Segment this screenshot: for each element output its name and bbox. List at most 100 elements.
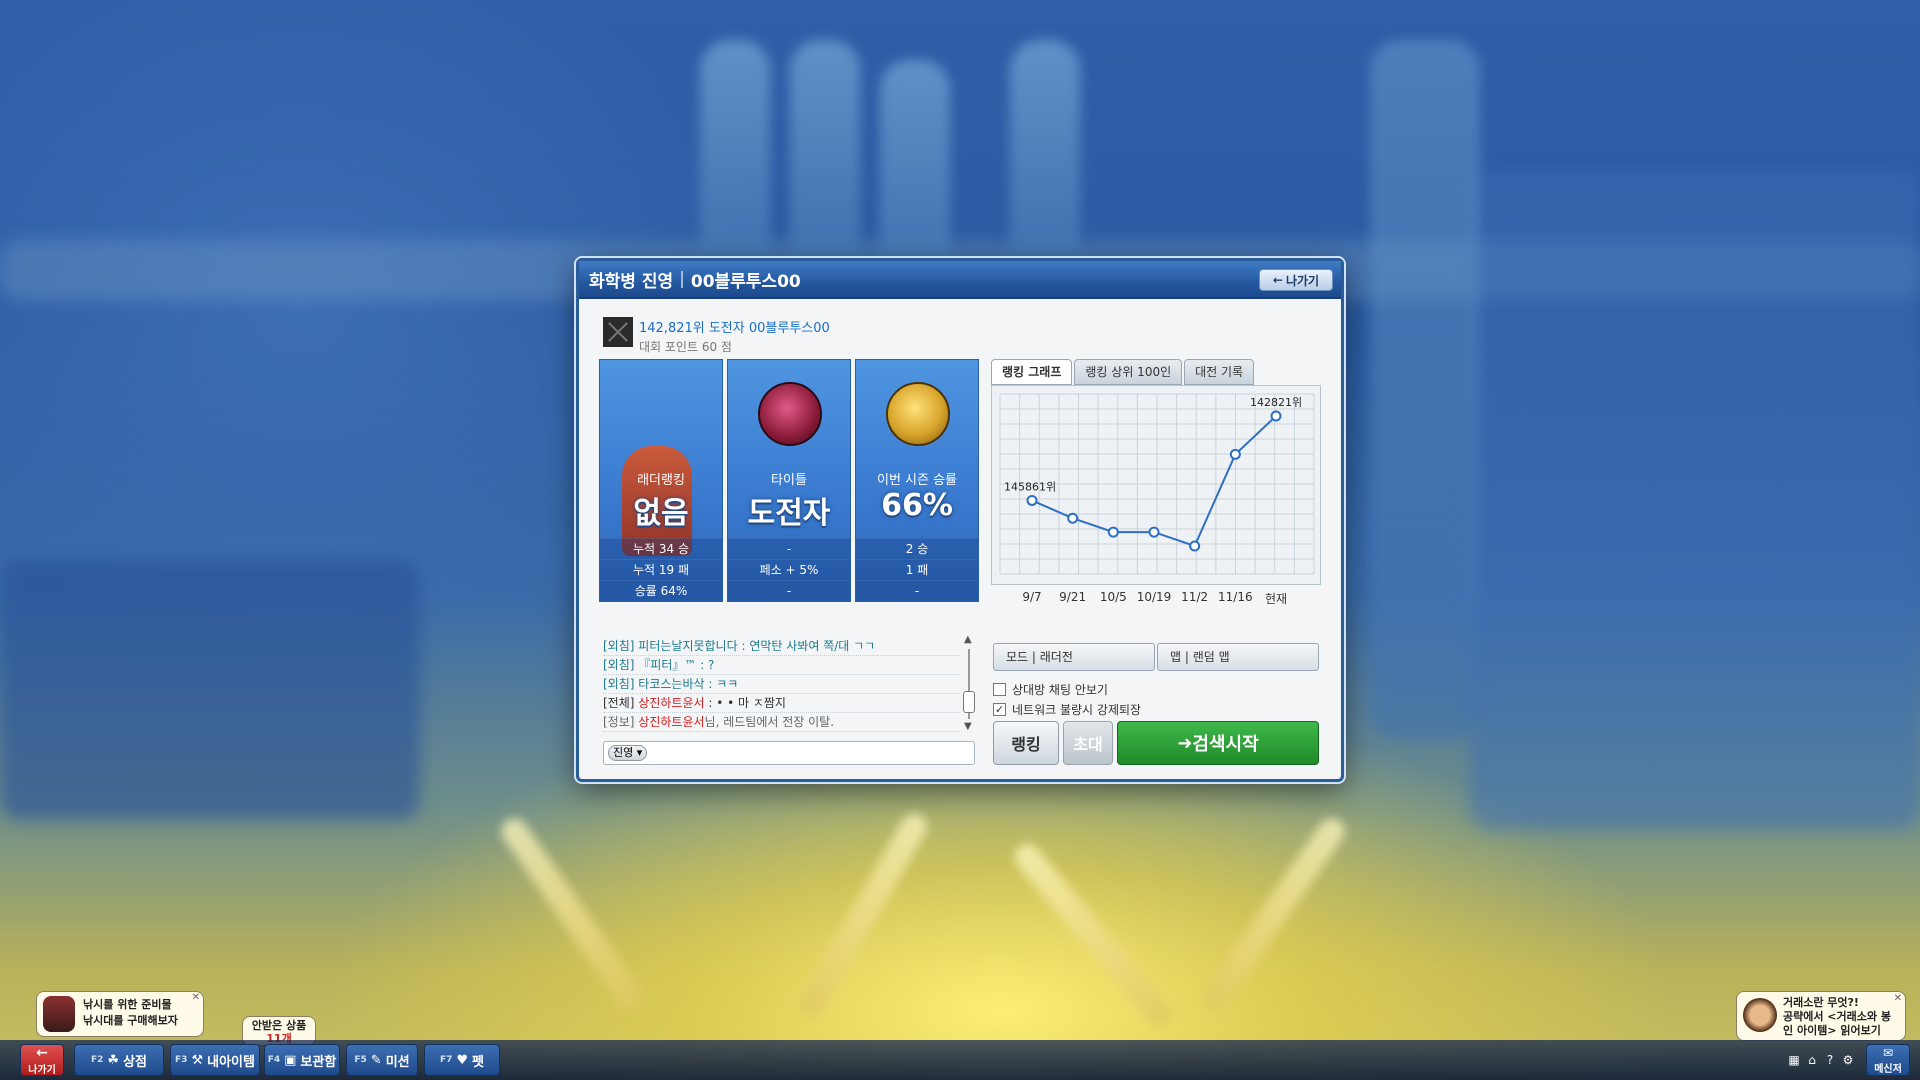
season-winrate-card: 이번 시즌 승률 66% 2 승 1 패 - — [855, 359, 979, 602]
calendar-icon[interactable]: ▦ — [1786, 1052, 1802, 1068]
match-dialog: 화학병 진영 | 00블루투스00 ← 나가기 142,821위 도전자 00블… — [576, 258, 1344, 782]
chat-log: [외침] 피터는날지못합니다 : 연막탄 사봐여 쪽/대 ㄱㄱ [외침] 『피터… — [603, 637, 959, 732]
backpack-icon — [43, 996, 75, 1032]
chat-message: : 연막탄 사봐여 쪽/대 ㄱㄱ — [737, 639, 876, 653]
unclaimed-label: 안받은 상품 — [251, 1019, 307, 1032]
items-icon: ⚒ — [191, 1052, 204, 1068]
character-avatar-icon — [1743, 998, 1777, 1032]
card-stat: - — [728, 538, 850, 559]
tab-ranking-graph[interactable]: 랭킹 그래프 — [991, 359, 1073, 385]
rank-data-point — [1270, 410, 1282, 422]
player-emblem-icon — [603, 317, 633, 347]
chat-input[interactable]: 진영 ▾ — [603, 741, 975, 765]
scrollbar-thumb[interactable] — [963, 691, 975, 713]
network-kick-label: 네트워크 불량시 강제퇴장 — [1012, 703, 1142, 717]
x-tick-label: 10/19 — [1136, 590, 1172, 604]
start-search-button[interactable]: ➜ 검색시작 — [1117, 721, 1319, 765]
card-stat: 2 승 — [856, 538, 978, 559]
x-tick-label: 11/2 — [1181, 590, 1209, 604]
chat-sender[interactable]: 타코스는바삭 — [638, 677, 704, 691]
mode-select[interactable]: 모드 | 래더전 — [993, 643, 1155, 671]
chat-sender[interactable]: 상진하트윤서 — [638, 696, 704, 710]
mission-icon: ✎ — [370, 1052, 382, 1068]
card-label: 래더랭킹 — [637, 473, 685, 488]
chat-message: 님, 레드팀에서 전장 이탈. — [704, 715, 835, 729]
chevron-up-icon[interactable]: ▲ — [964, 634, 972, 645]
taskbar-my-items-button[interactable]: F3 ⚒ 내아이템 — [170, 1044, 260, 1076]
x-tick-label: 현재 — [1264, 592, 1288, 606]
x-tick-label: 11/16 — [1218, 590, 1253, 604]
close-icon[interactable]: ✕ — [1894, 992, 1902, 1006]
helmet-icon — [886, 382, 950, 446]
points-line: 대회 포인트 60 점 — [639, 340, 732, 354]
network-kick-option[interactable]: ✓ 네트워크 불량시 강제퇴장 — [993, 701, 1141, 718]
dialog-titlebar: 화학병 진영 | 00블루투스00 — [579, 261, 1341, 299]
card-label: 이번 시즌 승률 — [876, 473, 958, 488]
arrow-right-icon: ➜ — [1177, 732, 1193, 754]
pet-icon: ♥ — [456, 1052, 469, 1068]
trade-tooltip-line: 거래소란 무엇?! — [1783, 996, 1859, 1009]
exit-button[interactable]: ← 나가기 — [1259, 269, 1333, 291]
gear-icon[interactable]: ⚙ — [1840, 1052, 1856, 1068]
player-name: 00블루투스00 — [690, 271, 801, 292]
fishing-tooltip[interactable]: 낚시를 위한 준비물 낚시대를 구매해보자 ✕ — [36, 991, 204, 1037]
title-separator: | — [679, 269, 685, 289]
taskbar-shop-button[interactable]: F2 ☘ 상점 — [74, 1044, 164, 1076]
trade-tooltip[interactable]: 거래소란 무엇?! 공략에서 <거래소와 봉 인 아이템> 읽어보기 ✕ — [1736, 991, 1906, 1041]
chat-sender[interactable]: 피터는날지못합니다 — [638, 639, 737, 653]
chat-line: [정보] 상진하트윤서님, 레드팀에서 전장 이탈. — [603, 713, 959, 732]
rank-annotation: 142821위 — [1250, 396, 1302, 409]
taskbar-storage-button[interactable]: F4 ▣ 보관함 — [264, 1044, 340, 1076]
card-stat: 페소 + 5% — [728, 559, 850, 580]
arrow-left-icon: ← — [1272, 273, 1283, 287]
close-icon[interactable]: ✕ — [192, 992, 200, 1003]
card-label: 타이틀 — [771, 473, 807, 488]
rank-data-point — [1148, 526, 1160, 538]
exit-button-label: 나가기 — [1285, 273, 1320, 288]
rank-data-point — [1107, 526, 1119, 538]
help-icon[interactable]: ? — [1822, 1052, 1838, 1068]
chat-sender[interactable]: 『피터』™ — [638, 658, 696, 672]
chat-line: [외침] 『피터』™ : ? — [603, 656, 959, 675]
card-stat: 누적 34 승 — [600, 538, 722, 559]
chat-sender[interactable]: 상진하트윤서 — [638, 715, 704, 729]
chevron-down-icon: ▾ — [636, 746, 643, 759]
ladder-ranking-card: 래더랭킹 없음 누적 34 승 누적 19 패 승률 64% — [599, 359, 723, 602]
shop-icon: ☘ — [107, 1052, 120, 1068]
rank-annotation: 145861위 — [1004, 480, 1056, 493]
rank-data-point — [1229, 448, 1241, 460]
chevron-down-icon[interactable]: ▼ — [964, 721, 972, 732]
start-search-label: 검색시작 — [1192, 734, 1259, 755]
storage-icon: ▣ — [284, 1052, 297, 1068]
chat-tag: [전체] — [603, 696, 635, 710]
ranking-tabs: 랭킹 그래프 랭킹 상위 100인 대전 기록 — [991, 359, 1255, 385]
chat-line: [외침] 타코스는바삭 : ㅋㅋ — [603, 675, 959, 694]
rank-data-point — [1026, 494, 1038, 506]
home-icon[interactable]: ⌂ — [1804, 1052, 1820, 1068]
network-kick-checkbox[interactable]: ✓ — [993, 703, 1006, 716]
card-stat: 1 패 — [856, 559, 978, 580]
chat-line: [외침] 피터는날지못합니다 : 연막탄 사봐여 쪽/대 ㄱㄱ — [603, 637, 959, 656]
hide-chat-checkbox[interactable] — [993, 683, 1006, 696]
taskbar-exit-button[interactable]: ← 나가기 — [20, 1044, 64, 1076]
taskbar-messenger-button[interactable]: ✉ 메신저 — [1866, 1044, 1910, 1076]
chat-message: : ㅋㅋ — [704, 677, 739, 691]
fishing-tooltip-line: 낚시대를 구매해보자 — [83, 1014, 178, 1027]
hide-chat-label: 상대방 채팅 안보기 — [1012, 683, 1108, 697]
title-card: 타이틀 도전자 - 페소 + 5% - — [727, 359, 851, 602]
invite-button[interactable]: 초대 — [1063, 721, 1113, 765]
chat-tag: [외침] — [603, 658, 635, 672]
team-name: 화학병 진영 — [589, 271, 674, 292]
taskbar-pet-button[interactable]: F7 ♥ 펫 — [424, 1044, 500, 1076]
tab-battle-record[interactable]: 대전 기록 — [1184, 359, 1255, 385]
rank-data-point — [1067, 512, 1079, 524]
map-select[interactable]: 맵 | 랜덤 맵 — [1157, 643, 1319, 671]
card-stat: - — [856, 580, 978, 601]
fishing-tooltip-line: 낚시를 위한 준비물 — [83, 998, 172, 1011]
chat-scrollbar[interactable]: ▲ ▼ — [963, 634, 975, 733]
taskbar-mission-button[interactable]: F5 ✎ 미션 — [346, 1044, 418, 1076]
hide-chat-option[interactable]: 상대방 채팅 안보기 — [993, 681, 1108, 698]
chat-channel-select[interactable]: 진영 ▾ — [608, 745, 648, 761]
tab-top-100[interactable]: 랭킹 상위 100인 — [1074, 359, 1183, 385]
ranking-button[interactable]: 랭킹 — [993, 721, 1059, 765]
